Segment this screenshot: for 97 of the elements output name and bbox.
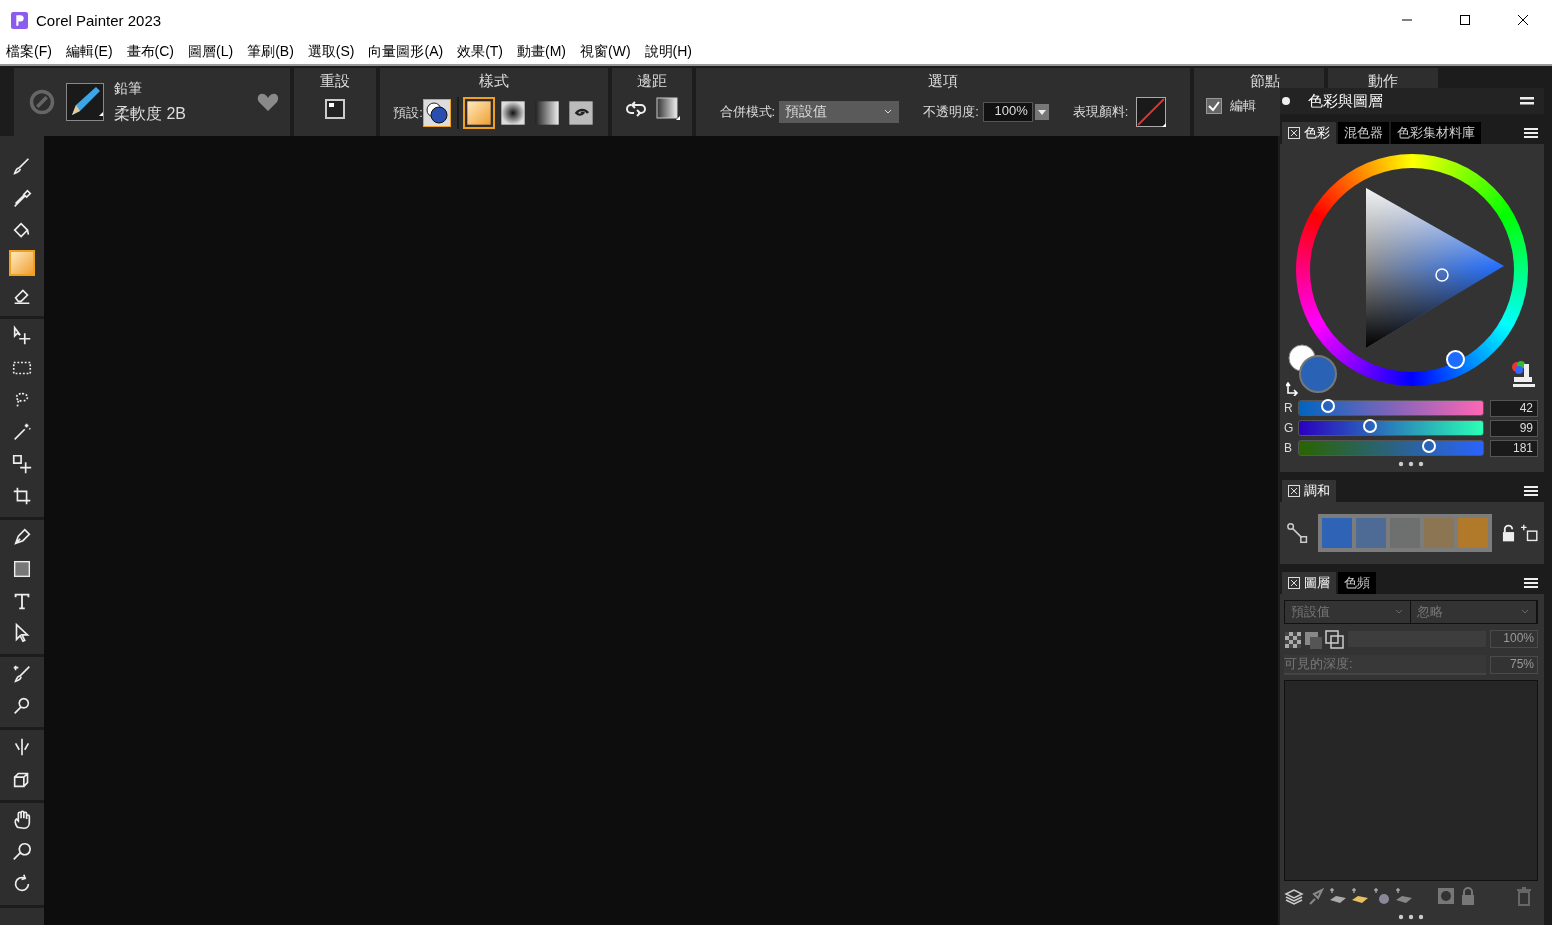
paint-label: 表現顏料: (1072, 103, 1129, 121)
preset-circles-icon[interactable] (422, 99, 451, 127)
preset-label: 預設: (393, 104, 423, 122)
edit-nodes-checkbox[interactable] (1206, 98, 1222, 114)
visible-depth-label: 可見的深度: (1284, 655, 1486, 675)
color-swatch[interactable] (1356, 518, 1387, 548)
layer-options-icon[interactable] (1284, 629, 1344, 649)
color-swatches-icon[interactable] (1286, 344, 1338, 396)
add-square-icon[interactable] (1521, 524, 1538, 542)
section-title: 動作 (1368, 72, 1398, 91)
panel-title: 色彩與圖層 (1308, 91, 1383, 111)
collapse-bars-icon[interactable] (1520, 96, 1534, 106)
opacity-label: 不透明度: (923, 103, 979, 121)
color-slider[interactable] (1298, 440, 1484, 456)
edit-nodes-label: 編輯 (1230, 97, 1256, 115)
radial-style-icon[interactable] (498, 99, 527, 127)
blend-mode-label: 合併模式: (719, 103, 776, 121)
sync-icon[interactable] (28, 88, 56, 116)
hand-icon (11, 809, 33, 831)
brush-variant: 柔軟度 2B (114, 103, 187, 124)
section-title: 樣式 (479, 72, 509, 91)
section-title: 重設 (320, 72, 350, 91)
lock-icon[interactable] (1502, 524, 1516, 542)
panel-tab[interactable]: 色頻 (1338, 572, 1376, 594)
window-title: Corel Painter 2023 (36, 11, 162, 29)
magic-wand-icon (11, 421, 33, 443)
panel-tab[interactable]: 色彩 (1282, 122, 1336, 144)
dynamic-layer-icon[interactable] (1372, 886, 1392, 906)
crop-icon (11, 485, 33, 507)
linear-style-icon[interactable] (532, 99, 561, 127)
menu-item[interactable]: 檔案(F) (6, 43, 52, 61)
slider-thumb[interactable] (1421, 439, 1436, 453)
panel-tab[interactable]: 色彩集材料庫 (1391, 122, 1481, 144)
selection-move-icon (11, 453, 33, 475)
close-box-icon[interactable] (1288, 577, 1300, 589)
channel-value-field[interactable]: 42 (1490, 399, 1538, 417)
slider-thumb[interactable] (1362, 419, 1377, 433)
layers-stack-icon[interactable] (1284, 886, 1304, 906)
section-title: 節點 (1250, 72, 1280, 91)
panel-tab[interactable]: 圖層 (1282, 572, 1336, 594)
new-folder-icon[interactable] (1350, 886, 1370, 906)
menu-item[interactable]: 視窗(W) (580, 43, 631, 61)
channel-value-field[interactable]: 99 (1490, 419, 1538, 437)
link-node-icon[interactable] (1286, 521, 1309, 545)
more-dots-icon[interactable] (1398, 914, 1424, 920)
channel-label: G (1284, 421, 1294, 435)
app-logo (11, 11, 28, 29)
menu-item[interactable]: 筆刷(B) (247, 43, 294, 61)
depth-field[interactable]: 75% (1490, 656, 1538, 674)
new-layer-icon[interactable] (1328, 886, 1348, 906)
sparkle-brush-icon (11, 663, 33, 685)
menu-item[interactable]: 選取(S) (307, 43, 355, 61)
panel-tab[interactable]: 混色器 (1338, 122, 1389, 144)
brush-category: 鉛筆 (114, 79, 143, 98)
reset-icon[interactable] (323, 97, 347, 121)
pen-nib-icon (11, 526, 33, 548)
color-slider[interactable] (1298, 400, 1484, 416)
dropper-icon (11, 188, 33, 210)
color-swatch[interactable] (1424, 518, 1455, 548)
menu-icon[interactable] (1524, 485, 1538, 497)
move-arrow-icon (11, 325, 33, 347)
flat-style-icon[interactable] (464, 99, 493, 127)
more-dots-icon[interactable] (1398, 461, 1424, 467)
zoom-icon (11, 841, 33, 863)
menu-item[interactable]: 說明(H) (644, 43, 692, 61)
section-title: 邊距 (637, 72, 667, 91)
color-slider[interactable] (1298, 420, 1484, 436)
blend-mode-dropdown[interactable]: 預設值 (779, 101, 900, 123)
menu-icon[interactable] (1524, 577, 1538, 589)
channel-label: R (1284, 401, 1294, 415)
menu-item[interactable]: 圖層(L) (188, 43, 234, 61)
mask-icon[interactable] (1436, 886, 1456, 906)
close-box-icon[interactable] (1288, 127, 1300, 139)
channel-value-field[interactable]: 181 (1490, 439, 1538, 457)
slider-thumb[interactable] (1321, 399, 1336, 413)
menu-item[interactable]: 編輯(E) (65, 43, 113, 61)
color-swatch[interactable] (1458, 518, 1489, 548)
pencil-icon[interactable] (66, 83, 104, 121)
opacity-field[interactable]: 100% (982, 102, 1033, 122)
square-shape-icon (11, 558, 33, 580)
menu-item[interactable]: 動畫(M) (517, 43, 567, 61)
menu-item[interactable]: 效果(T) (457, 43, 504, 61)
close-box-icon[interactable] (1288, 485, 1300, 497)
dot-icon (1282, 97, 1290, 105)
menu-icon[interactable] (1524, 127, 1538, 139)
panel-tab[interactable]: 調和 (1282, 480, 1336, 502)
channel-label: B (1284, 441, 1293, 455)
section-title: 選項 (928, 72, 958, 91)
no-paint-icon[interactable] (1136, 97, 1167, 127)
color-picker-icon[interactable] (1510, 360, 1536, 388)
menu-item[interactable]: 向量圖形(A) (368, 43, 444, 61)
layer-opacity-field[interactable]: 100% (1490, 630, 1538, 648)
menu-item[interactable]: 畫布(C) (126, 43, 174, 61)
color-swatch[interactable] (1322, 518, 1353, 548)
boundary-gradient-icon[interactable] (656, 97, 680, 121)
swap-arrow-icon[interactable] (1286, 382, 1300, 396)
layer-mask-add-icon[interactable] (1394, 886, 1414, 906)
